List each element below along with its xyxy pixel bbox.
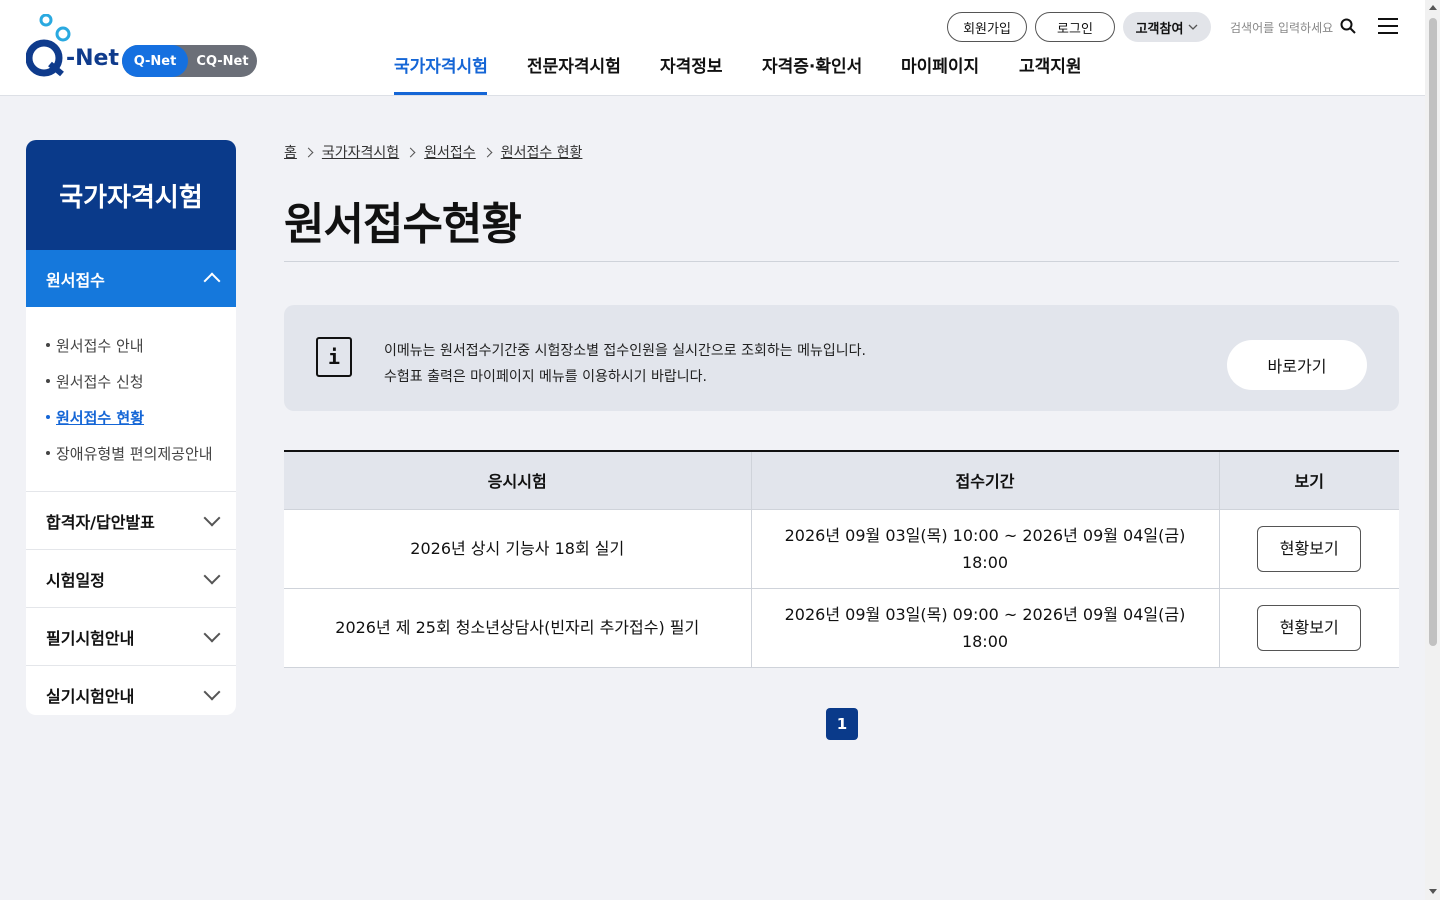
search-icon[interactable] [1340, 18, 1356, 34]
breadcrumb-application-status[interactable]: 원서접수 현황 [501, 142, 583, 162]
search-input[interactable]: 검색어를 입력하세요 [1230, 19, 1333, 36]
notice-line: 이메뉴는 원서접수기간중 시험장소별 접수인원을 실시간으로 조회하는 메뉴입니… [384, 343, 866, 359]
shortcut-button[interactable]: 바로가기 [1227, 340, 1367, 390]
cqnet-toggle-option[interactable]: CQ-Net [188, 45, 257, 77]
scroll-down-arrow-icon[interactable] [1429, 889, 1437, 894]
sidebar-title: 국가자격시험 [26, 140, 236, 250]
gnb-customer-support[interactable]: 고객지원 [1019, 52, 1082, 77]
view-cell: 현황보기 [1219, 588, 1399, 668]
submenu-application-apply[interactable]: 원서접수 신청 [46, 363, 236, 399]
qnet-toggle-option[interactable]: Q-Net [122, 45, 188, 77]
title-divider [284, 261, 1399, 262]
gnb-qualification-info[interactable]: 자격정보 [660, 52, 723, 77]
sidebar-menu-results[interactable]: 합격자/답안발표 [26, 492, 236, 550]
site-header: -Net Q-Net CQ-Net 회원가입 로그인 고객참여 검색어를 입력하… [0, 0, 1425, 96]
chevron-down-icon [203, 625, 221, 643]
application-period: 2026년 09월 03일(목) 10:00 ~ 2026년 09월 04일(금… [751, 509, 1220, 589]
column-header-view: 보기 [1219, 451, 1399, 510]
chevron-right-icon [405, 147, 416, 157]
column-header-exam: 응시시험 [284, 451, 752, 510]
pagination-page-1[interactable]: 1 [826, 708, 858, 740]
notice-box: i 이메뉴는 원서접수기간중 시험장소별 접수인원을 실시간으로 조회하는 메뉴… [284, 305, 1399, 411]
gnb-national-exam[interactable]: 국가자격시험 [394, 52, 488, 77]
submenu-accessibility-guide[interactable]: 장애유형별 편의제공안내 [46, 435, 236, 471]
column-header-period: 접수기간 [751, 451, 1220, 510]
chevron-down-icon [1188, 24, 1198, 30]
sidebar-submenu: 원서접수 안내 원서접수 신청 원서접수 현황 장애유형별 편의제공안내 [26, 307, 236, 492]
sidebar: 국가자격시험 원서접수 원서접수 안내 원서접수 신청 원서접수 현황 장애유형… [26, 140, 236, 715]
page-scrollbar[interactable] [1425, 0, 1440, 900]
chevron-down-icon [203, 683, 221, 701]
page-title: 원서접수현황 [284, 199, 522, 250]
sidebar-menu-practical-exam[interactable]: 실기시험안내 [26, 666, 236, 715]
chevron-down-icon [203, 567, 221, 585]
notice-line: 수험표 출력은 마이페이지 메뉴를 이용하시기 바랍니다. [384, 369, 707, 385]
gnb-active-indicator [394, 92, 487, 95]
chevron-right-icon [482, 147, 493, 157]
view-status-button[interactable]: 현황보기 [1257, 525, 1362, 572]
sidebar-menu-label: 원서접수 [46, 270, 105, 290]
login-button[interactable]: 로그인 [1035, 12, 1115, 42]
exam-name: 2026년 제 25회 청소년상담사(빈자리 추가접수) 필기 [284, 588, 752, 668]
info-icon: i [316, 337, 352, 377]
submenu-application-guide[interactable]: 원서접수 안내 [46, 327, 236, 363]
chevron-up-icon [203, 272, 221, 290]
signup-button[interactable]: 회원가입 [947, 12, 1027, 42]
application-status-table: 응시시험 접수기간 보기 2026년 상시 기능사 18회 실기 2026년 0… [284, 450, 1399, 668]
gnb-mypage[interactable]: 마이페이지 [901, 52, 979, 77]
exam-name: 2026년 상시 기능사 18회 실기 [284, 509, 752, 589]
scrollbar-thumb[interactable] [1429, 18, 1437, 646]
net-toggle[interactable]: Q-Net CQ-Net [122, 45, 257, 77]
breadcrumb-home[interactable]: 홈 [284, 142, 297, 162]
customer-participation-dropdown[interactable]: 고객참여 [1123, 12, 1211, 42]
chevron-down-icon [203, 509, 221, 527]
hamburger-menu-icon[interactable] [1378, 18, 1398, 34]
submenu-application-status[interactable]: 원서접수 현황 [46, 399, 236, 435]
breadcrumb-national-exam[interactable]: 국가자격시험 [322, 142, 399, 162]
table-header-row: 응시시험 접수기간 보기 [284, 451, 1399, 510]
gnb-professional-exam[interactable]: 전문자격시험 [527, 52, 621, 77]
sidebar-menu-schedule[interactable]: 시험일정 [26, 550, 236, 608]
gnb-certificate[interactable]: 자격증·확인서 [762, 52, 862, 77]
customer-participation-label: 고객참여 [1135, 21, 1184, 37]
table-row: 2026년 제 25회 청소년상담사(빈자리 추가접수) 필기 2026년 09… [284, 588, 1399, 668]
view-status-button[interactable]: 현황보기 [1257, 604, 1362, 651]
sidebar-menu-written-exam[interactable]: 필기시험안내 [26, 608, 236, 666]
notice-text: 이메뉴는 원서접수기간중 시험장소별 접수인원을 실시간으로 조회하는 메뉴입니… [384, 338, 866, 390]
logo-text: -Net [66, 46, 119, 71]
sidebar-menu-application[interactable]: 원서접수 [26, 250, 236, 307]
view-cell: 현황보기 [1219, 509, 1399, 589]
breadcrumb: 홈 국가자격시험 원서접수 원서접수 현황 [284, 142, 582, 162]
scroll-up-arrow-icon[interactable] [1429, 5, 1437, 10]
table-row: 2026년 상시 기능사 18회 실기 2026년 09월 03일(목) 10:… [284, 509, 1399, 589]
breadcrumb-application[interactable]: 원서접수 [424, 142, 476, 162]
application-period: 2026년 09월 03일(목) 09:00 ~ 2026년 09월 04일(금… [751, 588, 1220, 668]
chevron-right-icon [303, 147, 314, 157]
